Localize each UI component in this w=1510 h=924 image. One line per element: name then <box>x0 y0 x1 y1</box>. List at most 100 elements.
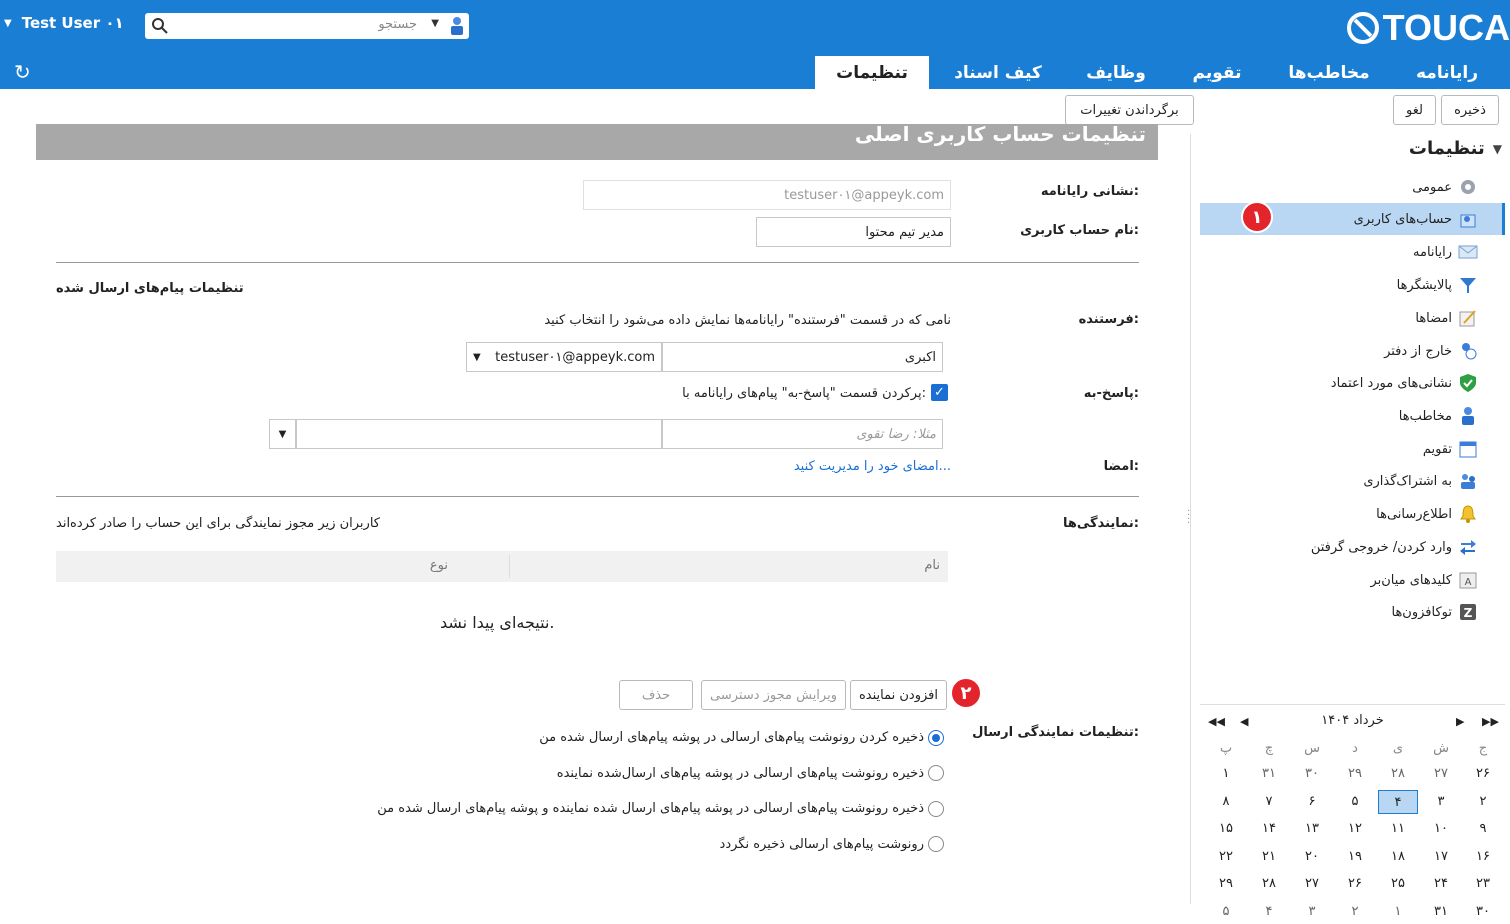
account-name-input[interactable]: مدیر تیم محتوا <box>756 217 951 247</box>
reply-to-name-input[interactable]: مثلا: رضا تقوی <box>662 419 943 449</box>
calendar-day[interactable]: ۱۹ <box>1335 845 1375 869</box>
chevron-down-icon: ▼ <box>4 17 12 29</box>
save-option-radio-1[interactable] <box>928 730 944 746</box>
calendar-day[interactable]: ۲۸ <box>1249 872 1289 896</box>
tab-tasks[interactable]: وظایف <box>1068 56 1164 89</box>
import-export-icon <box>1458 537 1478 557</box>
remove-delegate-button[interactable]: حذف <box>619 680 693 710</box>
calendar-day[interactable]: ۲۸ <box>1378 762 1418 786</box>
calendar-day[interactable]: ۲۶ <box>1335 872 1375 896</box>
calendar-day[interactable]: ۱۴ <box>1249 817 1289 841</box>
add-delegate-button[interactable]: افزودن نماینده <box>850 680 947 710</box>
sidebar-item-filters[interactable]: پالایشگرها <box>1397 270 1478 300</box>
column-separator <box>509 555 510 578</box>
calendar-day[interactable]: ۴ <box>1249 900 1289 924</box>
calendar-day[interactable]: ۱ <box>1378 900 1418 924</box>
sender-address-select[interactable]: ▼ testuser۰۱@appeyk.com <box>466 342 662 372</box>
calendar-day[interactable]: ۱ <box>1206 762 1246 786</box>
calendar-day[interactable]: ۱۶ <box>1463 845 1503 869</box>
calendar-day[interactable]: ۳۱ <box>1249 762 1289 786</box>
calendar-day[interactable]: ۲ <box>1463 790 1503 814</box>
calendar-day[interactable]: ۲۹ <box>1335 762 1375 786</box>
calendar-day[interactable]: ۲۱ <box>1249 845 1289 869</box>
calendar-day[interactable]: ۵ <box>1335 790 1375 814</box>
sidebar-item-zimlets[interactable]: توکافزون‌ها Z <box>1391 597 1478 627</box>
calendar-day[interactable]: ۹ <box>1463 817 1503 841</box>
next-year-icon[interactable]: ▶▶ <box>1482 715 1499 728</box>
column-name[interactable]: نام <box>924 558 940 573</box>
calendar-day[interactable]: ۲۷ <box>1292 872 1332 896</box>
calendar-day[interactable]: ۱۱ <box>1378 817 1418 841</box>
sidebar-item-calendar[interactable]: تقویم <box>1423 434 1478 464</box>
save-option-radio-2[interactable] <box>928 765 944 781</box>
tab-settings[interactable]: تنظیمات <box>815 56 929 89</box>
tab-mail[interactable]: رایانامه <box>1386 56 1508 89</box>
calendar-day[interactable]: ۲۵ <box>1378 872 1418 896</box>
calendar-day[interactable]: ۱۲ <box>1335 817 1375 841</box>
sidebar-item-sharing[interactable]: به اشتراک‌گذاری <box>1363 466 1478 496</box>
mini-calendar: ◀◀ ◀ ۱۴۰۴ خرداد ▶ ▶▶ ش ی د س چ پ ج ۲۷ ۲۸ ۲۹ ۳۰ ۳۱ ۱ ۲… <box>1200 704 1505 919</box>
calendar-day[interactable]: ۱۸ <box>1378 845 1418 869</box>
calendar-day[interactable]: ۲۶ <box>1463 762 1503 786</box>
sidebar-item-out-of-office[interactable]: خارج از دفتر <box>1384 336 1478 366</box>
tab-contacts[interactable]: مخاطب‌ها <box>1268 56 1390 89</box>
sidebar-item-notifications[interactable]: اطلاع‌رسانی‌ها <box>1376 499 1478 529</box>
calendar-day[interactable]: ۲۰ <box>1292 845 1332 869</box>
sidebar-item-mail[interactable]: رایانامه <box>1413 237 1478 267</box>
calendar-day[interactable]: ۳ <box>1292 900 1332 924</box>
next-month-icon[interactable]: ▶ <box>1456 715 1464 728</box>
resize-handle[interactable]: · · · · <box>1187 507 1190 529</box>
calendar-day[interactable]: ۱۷ <box>1421 845 1461 869</box>
calendar-day[interactable]: ۱۰ <box>1421 817 1461 841</box>
sender-name-input[interactable]: اکبری <box>662 342 943 372</box>
tab-calendar[interactable]: تقویم <box>1170 56 1264 89</box>
calendar-day[interactable]: ۲۹ <box>1206 872 1246 896</box>
cancel-button[interactable]: لغو <box>1393 95 1436 125</box>
calendar-day[interactable]: ۳۱ <box>1421 900 1461 924</box>
calendar-day[interactable]: ۱۳ <box>1292 817 1332 841</box>
calendar-day[interactable]: ۲۴ <box>1421 872 1461 896</box>
calendar-day[interactable]: ۳۰ <box>1463 900 1503 924</box>
sidebar-item-import-export[interactable]: وارد کردن/ خروجی گرفتن <box>1311 532 1478 562</box>
search-input[interactable]: جستجو <box>378 17 417 32</box>
calendar-day[interactable]: ۵ <box>1206 900 1246 924</box>
manage-signatures-link[interactable]: امضای خود را مدیریت کنید... <box>794 459 951 474</box>
calendar-day[interactable]: ۶ <box>1292 790 1332 814</box>
column-type[interactable]: نوع <box>430 558 448 573</box>
edit-permission-button[interactable]: ویرایش مجوز دسترسی <box>701 680 846 710</box>
save-option-radio-4[interactable] <box>928 836 944 852</box>
revert-button[interactable]: برگرداندن تغییرات <box>1065 95 1194 125</box>
calendar-day[interactable]: ۲۳ <box>1463 872 1503 896</box>
sidebar-item-contacts[interactable]: مخاطب‌ها <box>1399 401 1478 431</box>
reply-to-dropdown[interactable]: ▼ <box>269 419 296 449</box>
calendar-day[interactable]: ۲۲ <box>1206 845 1246 869</box>
sidebar-item-signatures[interactable]: امضاها <box>1415 303 1478 333</box>
sidebar-item-accounts[interactable]: حساب‌های کاربری <box>1354 204 1478 234</box>
calendar-day[interactable]: ۲۷ <box>1421 762 1461 786</box>
refresh-icon[interactable]: ↻ <box>14 60 31 84</box>
reply-to-address-input[interactable] <box>296 419 662 449</box>
calendar-day[interactable]: ۴ <box>1378 789 1418 814</box>
search-icon[interactable] <box>151 17 169 35</box>
calendar-day[interactable]: ۳ <box>1421 790 1461 814</box>
calendar-day[interactable]: ۱۵ <box>1206 817 1246 841</box>
calendar-day[interactable]: ۲ <box>1335 900 1375 924</box>
tab-briefcase[interactable]: کیف اسناد <box>932 56 1064 89</box>
calendar-day[interactable]: ۷ <box>1249 790 1289 814</box>
chevron-down-icon[interactable]: ▼ <box>431 18 439 29</box>
calendar-day[interactable]: ۳۰ <box>1292 762 1332 786</box>
step-badge-2: ۲ <box>950 677 982 709</box>
sidebar-item-general[interactable]: عمومی <box>1412 172 1478 202</box>
sidebar-title[interactable]: تنظیمات ▼ <box>1409 138 1502 159</box>
step-badge-1: ۱ <box>1241 201 1273 233</box>
save-option-radio-3[interactable] <box>928 801 944 817</box>
calendar-day[interactable]: ۸ <box>1206 790 1246 814</box>
sidebar-item-shortcuts[interactable]: کلیدهای میان‌بر A <box>1370 565 1478 595</box>
sidebar-item-label: رایانامه <box>1413 244 1452 260</box>
brand-logo[interactable]: TOUCA <box>1345 7 1510 48</box>
reply-to-checkbox[interactable]: ✓ <box>931 384 948 401</box>
sidebar-item-trusted[interactable]: نشانی‌های مورد اعتماد <box>1331 368 1478 398</box>
user-menu[interactable]: ▼ Test User ۰۱ <box>4 14 124 32</box>
search-box[interactable]: جستجو ▼ <box>145 13 469 39</box>
save-button[interactable]: ذخیره <box>1441 95 1499 125</box>
